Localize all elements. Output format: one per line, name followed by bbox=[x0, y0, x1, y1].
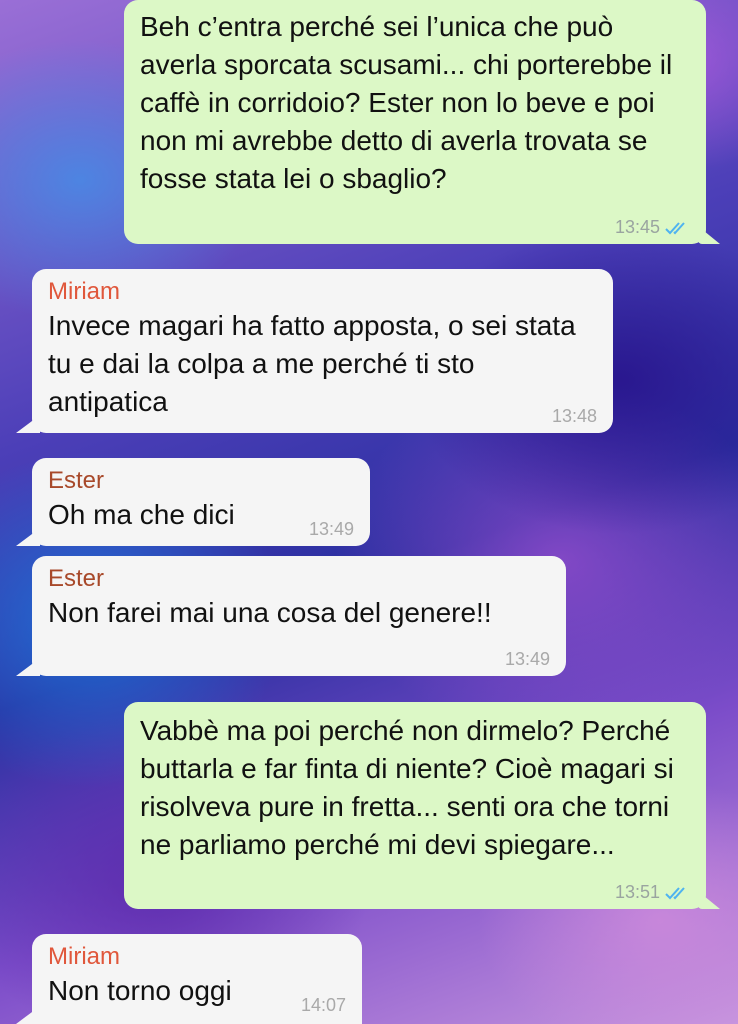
sender-name[interactable]: Miriam bbox=[48, 942, 346, 972]
double-check-icon bbox=[664, 885, 690, 901]
message-meta: 13:49 bbox=[505, 649, 550, 670]
outgoing-message[interactable]: Vabbè ma poi perché non dirmelo? Perché … bbox=[124, 702, 706, 909]
message-meta: 14:07 bbox=[301, 995, 346, 1016]
message-text: Non farei mai una cosa del genere!! bbox=[48, 597, 492, 628]
outgoing-message[interactable]: Beh c’entra perché sei l’unica che può a… bbox=[124, 0, 706, 244]
message-time: 13:49 bbox=[308, 519, 354, 539]
incoming-message[interactable]: Miriam Invece magari ha fatto apposta, o… bbox=[32, 269, 613, 433]
sender-name[interactable]: Ester bbox=[48, 564, 550, 594]
message-meta: 13:48 bbox=[552, 406, 597, 427]
incoming-message[interactable]: Miriam Non torno oggi 14:07 bbox=[32, 934, 362, 1024]
chat-messages[interactable]: Beh c’entra perché sei l’unica che può a… bbox=[0, 0, 738, 1024]
message-time: 13:48 bbox=[551, 406, 597, 426]
message-time: 14:07 bbox=[300, 995, 346, 1015]
message-meta: 13:49 bbox=[309, 519, 354, 540]
message-meta: 13:51 bbox=[615, 882, 690, 903]
incoming-message[interactable]: Ester Non farei mai una cosa del genere!… bbox=[32, 556, 566, 676]
sender-name[interactable]: Miriam bbox=[48, 277, 597, 307]
double-check-icon bbox=[664, 220, 690, 236]
sender-name[interactable]: Ester bbox=[48, 466, 354, 496]
message-text: Beh c’entra perché sei l’unica che può a… bbox=[140, 11, 681, 194]
message-time: 13:49 bbox=[504, 649, 550, 669]
message-time: 13:45 bbox=[614, 217, 660, 237]
message-text: Vabbè ma poi perché non dirmelo? Perché … bbox=[140, 715, 682, 860]
message-text: Invece magari ha fatto apposta, o sei st… bbox=[48, 310, 584, 417]
message-meta: 13:45 bbox=[615, 217, 690, 238]
incoming-message[interactable]: Ester Oh ma che dici 13:49 bbox=[32, 458, 370, 546]
message-time: 13:51 bbox=[614, 882, 660, 902]
